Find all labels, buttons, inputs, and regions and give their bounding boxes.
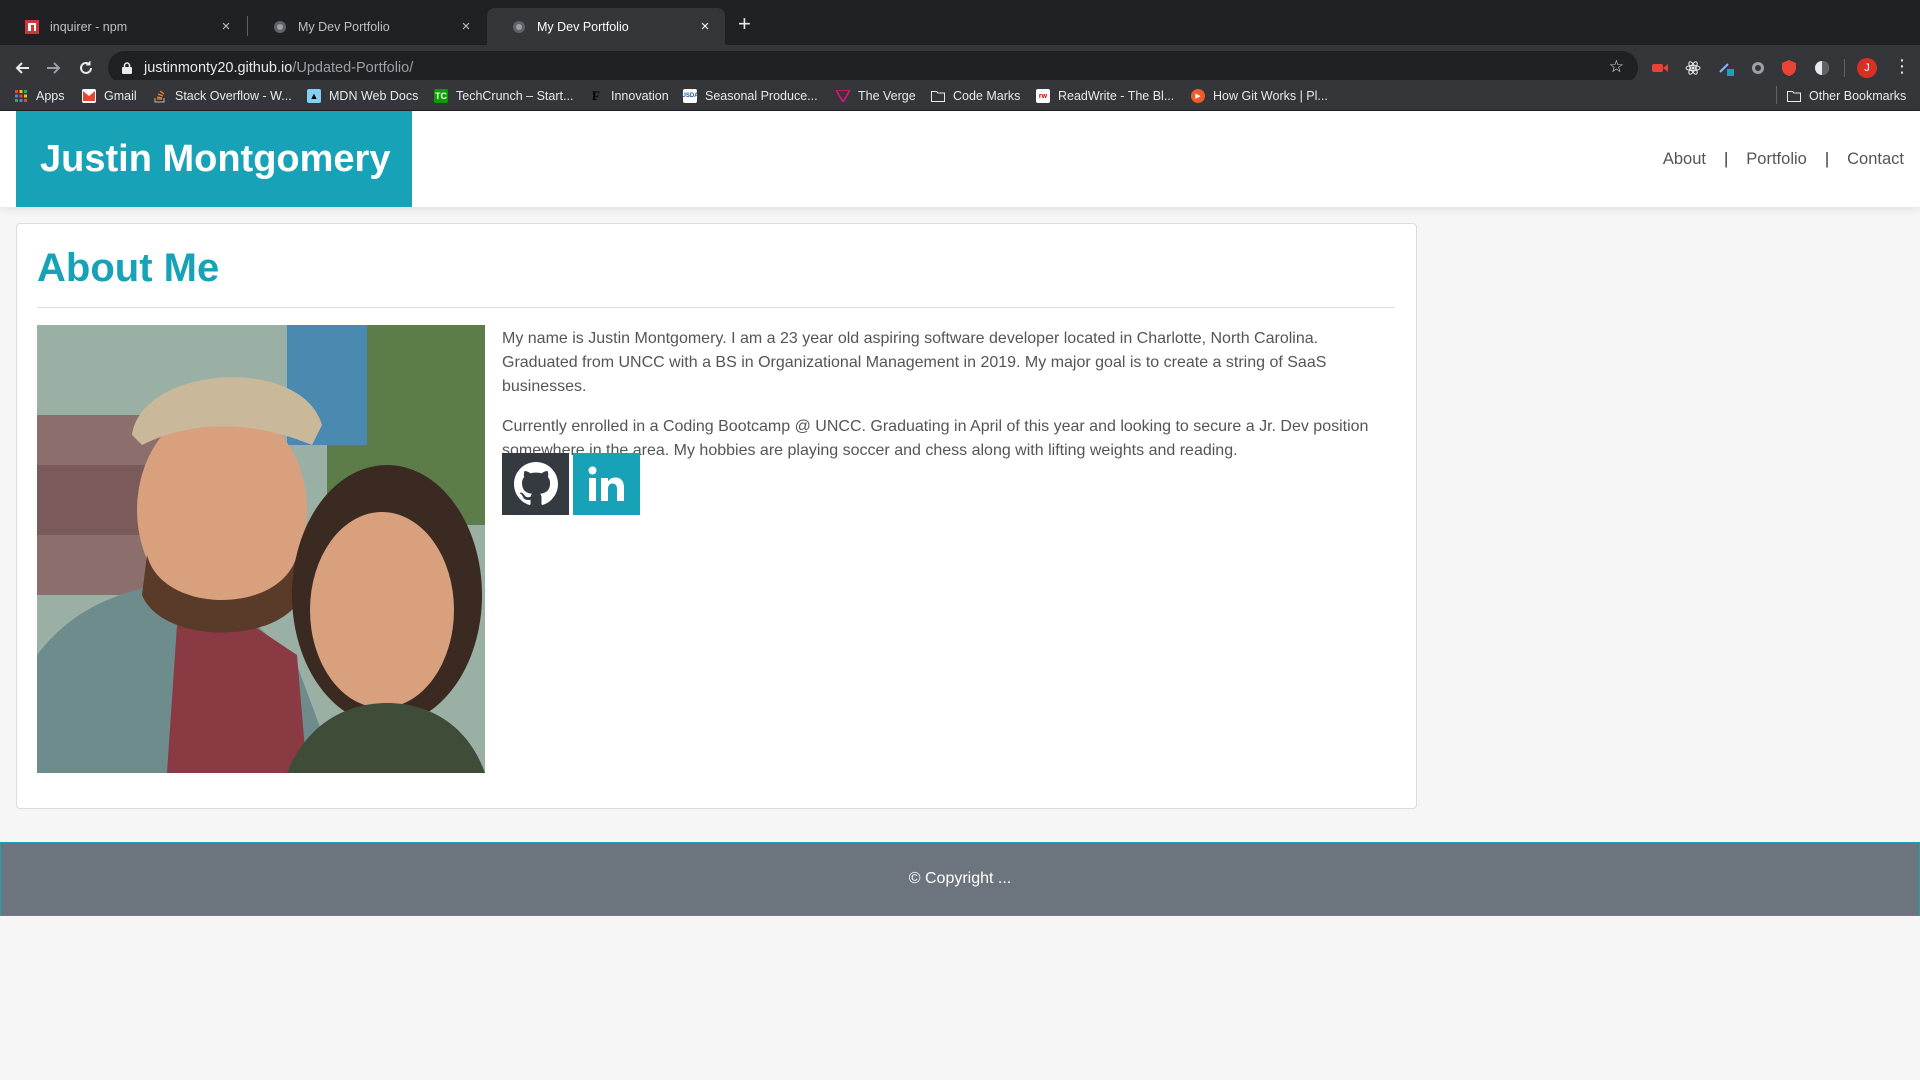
bookmarks-divider [1776, 86, 1777, 104]
github-link[interactable] [502, 453, 569, 515]
bookmark-label: Innovation [611, 89, 669, 103]
reload-icon [80, 60, 92, 74]
bookmark-mdn[interactable]: ▲ MDN Web Docs [307, 86, 418, 106]
bookmark-readwrite[interactable]: rw ReadWrite - The Bl... [1036, 86, 1174, 106]
stackoverflow-icon [153, 89, 167, 103]
tab-inquirer-npm[interactable]: inquirer - npm × [0, 8, 246, 45]
site-brand[interactable]: Justin Montgomery [16, 111, 412, 207]
bookmark-stack-overflow[interactable]: Stack Overflow - W... [153, 86, 292, 106]
pluralsight-icon: ▶ [1191, 89, 1205, 103]
bookmark-techcrunch[interactable]: TC TechCrunch – Start... [434, 86, 573, 106]
shield-icon[interactable] [1780, 59, 1798, 77]
circle-extension-icon[interactable] [1749, 59, 1767, 77]
copyright-text: © Copyright ... [908, 870, 1012, 887]
nav-link-portfolio[interactable]: Portfolio [1746, 150, 1807, 169]
usda-icon: USDA [682, 89, 699, 103]
about-heading: About Me [37, 246, 220, 290]
mdn-icon: ▲ [307, 89, 321, 103]
arrow-left-icon [15, 61, 29, 74]
profile-photo [37, 325, 485, 773]
tab-my-dev-portfolio-active[interactable]: My Dev Portfolio × [487, 8, 725, 45]
about-card: About Me My name is Justin Montgomery. I… [16, 223, 1417, 809]
bio-paragraph: My name is Justin Montgomery. I am a 23 … [502, 330, 1327, 395]
apps-grid-icon [14, 89, 28, 103]
bookmark-how-git-works[interactable]: ▶ How Git Works | Pl... [1191, 86, 1328, 106]
techcrunch-icon: TC [434, 89, 448, 103]
new-tab-button[interactable]: + [738, 12, 751, 36]
toolbar-divider [1844, 59, 1845, 77]
bookmark-apps[interactable]: Apps [14, 86, 65, 106]
gmail-icon [82, 89, 96, 103]
react-devtools-icon[interactable] [1684, 59, 1702, 77]
bookmark-label: Stack Overflow - W... [175, 89, 292, 103]
profile-avatar[interactable]: J [1857, 58, 1877, 78]
bookmark-star-icon[interactable]: ☆ [1609, 57, 1624, 77]
pen-extension-icon[interactable] [1717, 59, 1735, 77]
bookmark-label: Code Marks [953, 89, 1021, 103]
url-host: justinmonty20.github.io [144, 59, 293, 76]
globe-icon [272, 19, 288, 35]
half-circle-extension-icon[interactable] [1813, 59, 1831, 77]
tab-title: My Dev Portfolio [537, 19, 629, 34]
bookmark-label: How Git Works | Pl... [1213, 89, 1328, 103]
url-text: justinmonty20.github.io/Updated-Portfoli… [144, 60, 413, 76]
npm-icon [24, 19, 40, 35]
bookmarks-bar: Apps Gmail Stack Overflow - W... ▲ MDN W… [0, 80, 1920, 111]
nav-link-contact[interactable]: Contact [1847, 150, 1904, 169]
bookmark-the-verge[interactable]: The Verge [836, 86, 916, 106]
lock-icon [122, 61, 132, 74]
bookmark-label: Other Bookmarks [1809, 89, 1907, 103]
main-nav: About | Portfolio | Contact [1663, 111, 1904, 207]
bookmark-label: Apps [36, 89, 65, 103]
tab-title: My Dev Portfolio [298, 19, 390, 34]
close-icon[interactable]: × [458, 18, 474, 35]
tab-my-dev-portfolio[interactable]: My Dev Portfolio × [248, 8, 486, 45]
bookmark-label: TechCrunch – Start... [456, 89, 574, 103]
github-icon [513, 462, 558, 505]
heading-divider [37, 307, 1395, 308]
nav-separator: | [1724, 149, 1729, 168]
bookmark-innovation[interactable]: F Innovation [589, 86, 669, 106]
globe-icon [511, 19, 527, 35]
bookmark-code-marks[interactable]: Code Marks [931, 86, 1020, 106]
bookmark-label: Gmail [104, 89, 137, 103]
more-menu-icon[interactable]: ⋮ [1893, 56, 1911, 76]
folder-icon [931, 89, 945, 103]
url-path: /Updated-Portfolio/ [292, 59, 414, 76]
linkedin-icon [588, 466, 624, 501]
folder-icon [1787, 89, 1801, 103]
linkedin-link[interactable] [573, 453, 640, 515]
close-icon[interactable]: × [697, 18, 713, 35]
nav-link-about[interactable]: About [1663, 150, 1706, 169]
browser-tab-strip: inquirer - npm × My Dev Portfolio × My D… [0, 0, 1920, 45]
nav-separator: | [1824, 149, 1830, 168]
bookmark-gmail[interactable]: Gmail [82, 86, 137, 106]
close-icon[interactable]: × [218, 18, 234, 35]
site-header: Justin Montgomery About | Portfolio | Co… [0, 111, 1920, 207]
bookmark-label: MDN Web Docs [329, 89, 419, 103]
social-links [502, 453, 640, 515]
bookmark-seasonal-produce[interactable]: USDA Seasonal Produce... [682, 86, 818, 106]
bookmark-other-bookmarks[interactable]: Other Bookmarks [1787, 86, 1906, 106]
bookmark-label: ReadWrite - The Bl... [1058, 89, 1175, 103]
bookmark-label: Seasonal Produce... [705, 89, 818, 103]
tab-title: inquirer - npm [50, 19, 128, 34]
bookmark-label: The Verge [858, 89, 916, 103]
verge-icon [836, 89, 850, 103]
arrow-right-icon [47, 61, 61, 74]
site-footer: © Copyright ... [0, 842, 1920, 916]
readwrite-icon: rw [1036, 89, 1050, 103]
forbes-icon: F [592, 88, 600, 103]
screencast-extension-icon[interactable] [1651, 59, 1669, 77]
